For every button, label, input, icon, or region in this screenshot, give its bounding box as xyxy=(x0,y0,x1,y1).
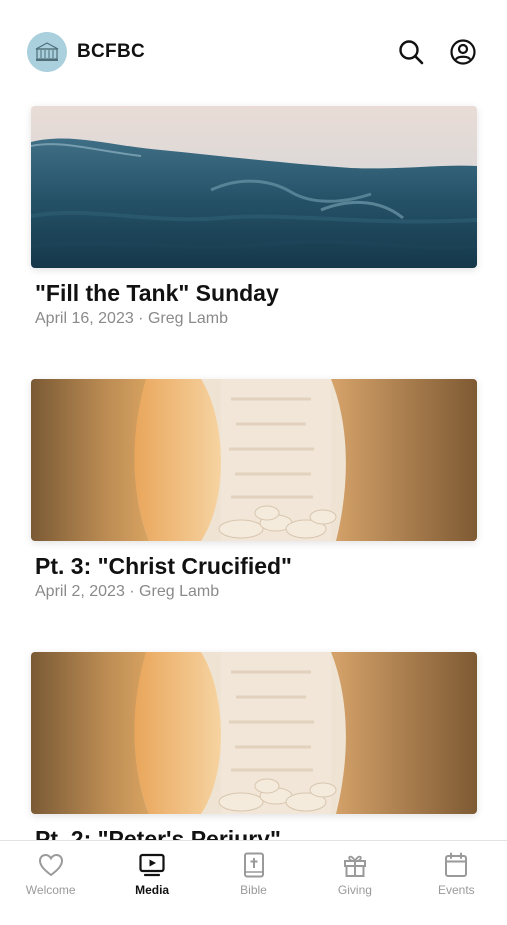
media-card[interactable]: "Fill the Tank" Sunday April 16, 2023 · … xyxy=(31,106,477,379)
tab-label: Welcome xyxy=(25,883,76,897)
tab-label: Giving xyxy=(337,883,372,897)
tab-giving[interactable]: Giving xyxy=(304,841,405,901)
heart-icon xyxy=(38,853,63,877)
tab-media[interactable]: Media xyxy=(101,841,202,901)
media-feed: "Fill the Tank" Sunday April 16, 2023 · … xyxy=(31,106,477,925)
church-building-icon xyxy=(27,32,67,72)
media-meta: April 2, 2023 · Greg Lamb xyxy=(35,583,220,600)
search-button[interactable] xyxy=(397,38,425,66)
search-icon xyxy=(399,40,424,65)
tab-label: Bible xyxy=(240,883,267,897)
gift-icon xyxy=(343,855,366,877)
media-title[interactable]: "Fill the Tank" Sunday xyxy=(35,280,477,307)
tv-play-icon xyxy=(139,853,165,877)
media-title[interactable]: Pt. 3: "Christ Crucified" xyxy=(35,553,477,580)
tab-label: Media xyxy=(135,883,170,897)
media-thumbnail-ocean[interactable] xyxy=(31,106,477,268)
bottom-tab-bar: Welcome Media Bible Giving Events xyxy=(0,840,507,901)
bible-icon xyxy=(243,852,264,878)
media-thumbnail-tomb[interactable] xyxy=(31,652,477,814)
empty-tomb-image xyxy=(31,379,477,541)
media-meta: April 16, 2023 · Greg Lamb xyxy=(35,310,228,327)
tab-label: Events xyxy=(437,883,475,897)
church-logo[interactable] xyxy=(27,32,67,72)
media-thumbnail-tomb[interactable] xyxy=(31,379,477,541)
calendar-icon xyxy=(445,852,468,877)
app-header: BCFBC xyxy=(27,30,477,74)
empty-tomb-image xyxy=(31,652,477,814)
app-title: BCFBC xyxy=(77,41,145,62)
media-card[interactable]: Pt. 3: "Christ Crucified" April 2, 2023 … xyxy=(31,379,477,652)
account-button[interactable] xyxy=(449,38,477,66)
ocean-waves-image xyxy=(31,106,477,268)
tab-events[interactable]: Events xyxy=(406,841,507,901)
user-circle-icon xyxy=(450,39,476,65)
tab-welcome[interactable]: Welcome xyxy=(0,841,101,901)
tab-bible[interactable]: Bible xyxy=(203,841,304,901)
